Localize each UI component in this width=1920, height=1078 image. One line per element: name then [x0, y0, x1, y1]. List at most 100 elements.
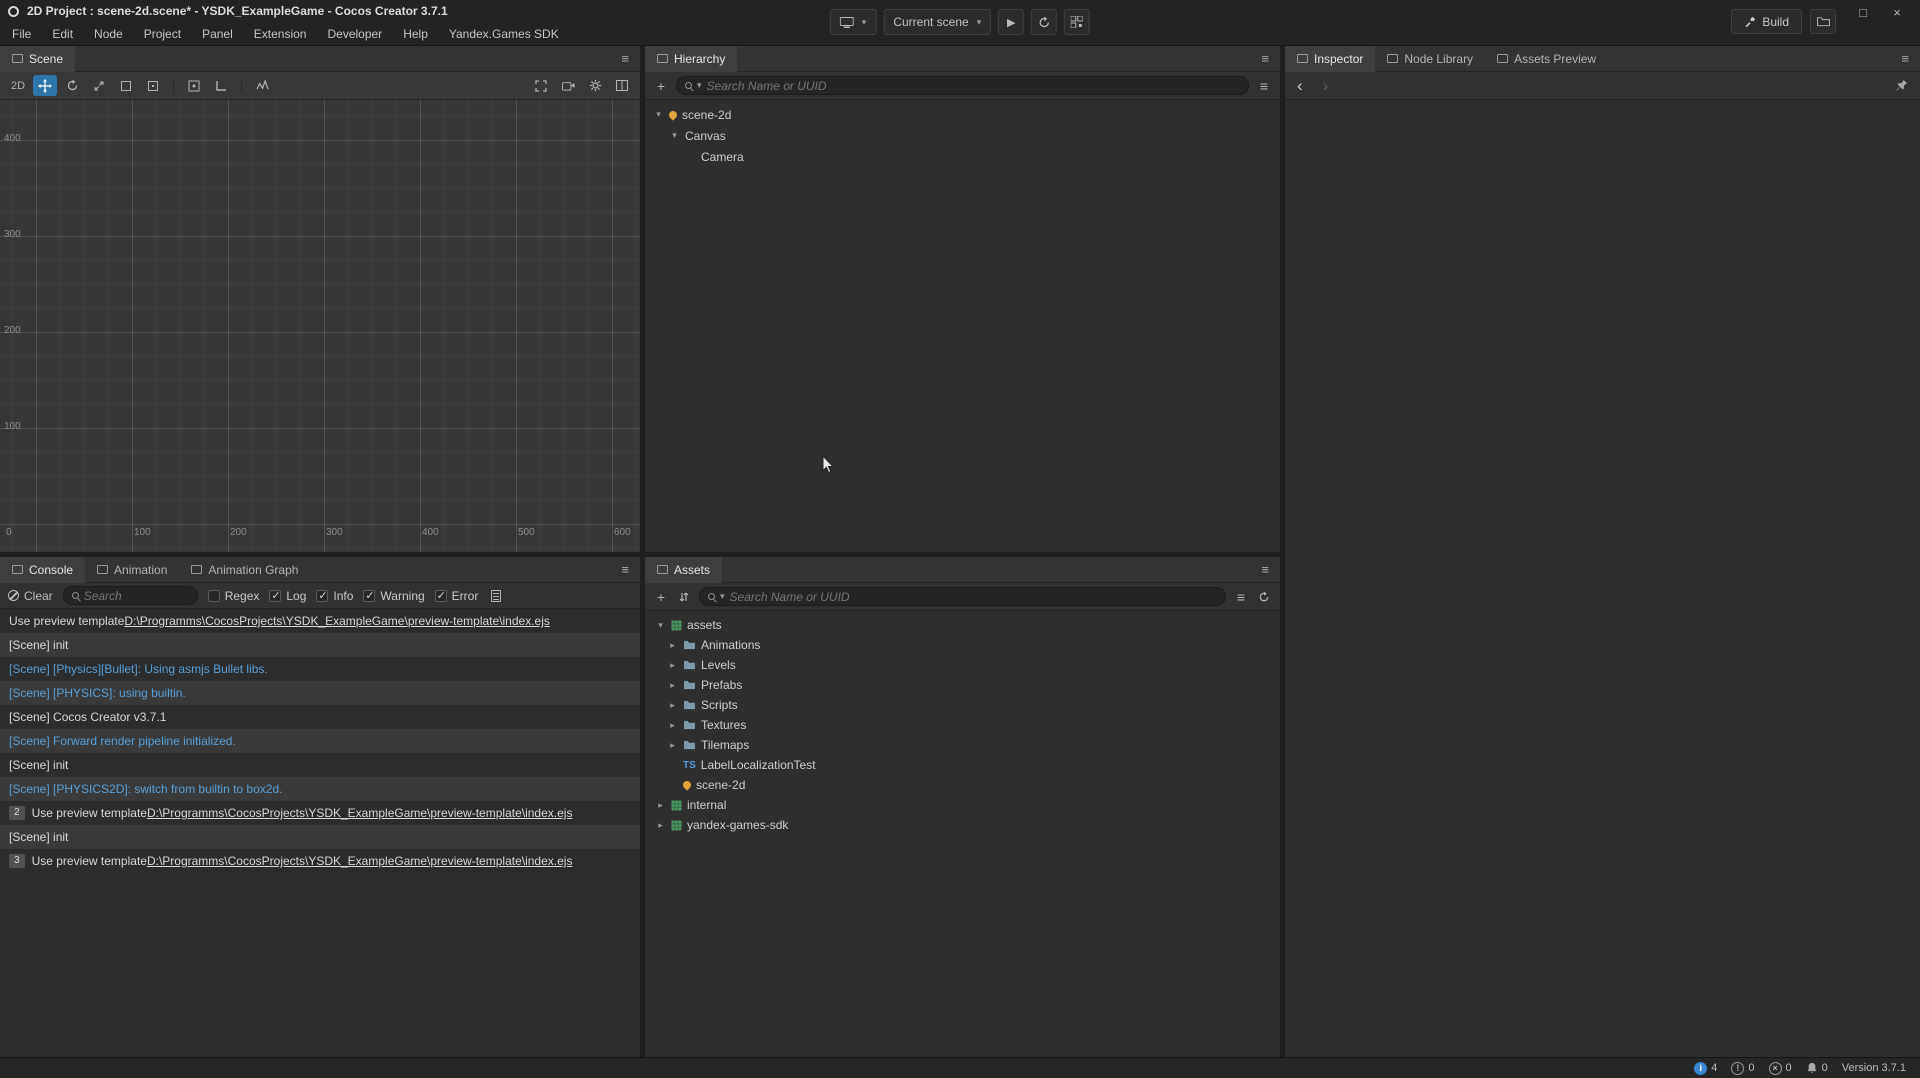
open-build-panel-button[interactable] — [1810, 9, 1836, 34]
menu-developer[interactable]: Developer — [327, 27, 382, 41]
console-log-row[interactable]: [Scene] init — [0, 825, 640, 849]
console-log-row[interactable]: Use preview template D:\Programms\CocosP… — [0, 609, 640, 633]
hierarchy-tree[interactable]: ▾ scene-2d ▾ Canvas Camera — [645, 100, 1280, 552]
warning-count[interactable]: 0 — [1731, 1062, 1754, 1075]
asset-node-scripts[interactable]: ▸ Scripts — [645, 695, 1280, 715]
add-node-button[interactable]: + — [653, 77, 669, 95]
play-button[interactable]: ▶ — [998, 9, 1024, 35]
asset-node-textures[interactable]: ▸ Textures — [645, 715, 1280, 735]
filter-info[interactable]: Info — [316, 589, 353, 603]
asset-node-tilemaps[interactable]: ▸ Tilemaps — [645, 735, 1280, 755]
asset-node-scene-2d[interactable]: scene-2d — [645, 775, 1280, 795]
menu-node[interactable]: Node — [94, 27, 123, 41]
refresh-assets-button[interactable] — [1256, 588, 1272, 606]
console-log-row[interactable]: [Scene] Forward render pipeline initiali… — [0, 729, 640, 753]
asset-node-assets[interactable]: ▾ assets — [645, 615, 1280, 635]
scale-tool-button[interactable] — [87, 75, 111, 96]
tab-inspector[interactable]: Inspector — [1285, 46, 1375, 72]
menu-project[interactable]: Project — [144, 27, 181, 41]
asset-node-animations[interactable]: ▸ Animations — [645, 635, 1280, 655]
hierarchy-node-camera[interactable]: Camera — [645, 146, 1280, 167]
warning-checkbox[interactable] — [363, 590, 375, 602]
filter-error[interactable]: Error — [435, 589, 479, 603]
asset-node-labellocalizationtest[interactable]: TS LabelLocalizationTest — [645, 755, 1280, 775]
filter-log[interactable]: Log — [269, 589, 306, 603]
menu-file[interactable]: File — [12, 27, 31, 41]
hierarchy-list-mode-button[interactable]: ≡ — [1256, 77, 1272, 95]
chevron-right-icon[interactable]: ▸ — [655, 820, 666, 831]
pivot-toggle-button[interactable] — [182, 75, 206, 96]
console-log-row[interactable]: [Scene] [PHYSICS2D]: switch from builtin… — [0, 777, 640, 801]
menu-yandex-games-sdk[interactable]: Yandex.Games SDK — [449, 27, 559, 41]
view-layout-button[interactable] — [610, 75, 634, 96]
tab-hierarchy[interactable]: Hierarchy — [645, 46, 737, 72]
open-log-file-button[interactable] — [488, 587, 504, 605]
history-back-button[interactable]: ‹ — [1297, 77, 1303, 94]
hierarchy-node-scene-2d[interactable]: ▾ scene-2d — [645, 104, 1280, 125]
console-log-row[interactable]: [Scene] [Physics][Bullet]: Using asmjs B… — [0, 657, 640, 681]
maximize-button[interactable]: □ — [1846, 5, 1880, 20]
search-filter-caret-icon[interactable]: ▾ — [720, 591, 725, 602]
tab-animation-graph[interactable]: Animation Graph — [179, 557, 310, 583]
menu-panel[interactable]: Panel — [202, 27, 233, 41]
mode-2d-button[interactable]: 2D — [6, 75, 30, 96]
console-log-row[interactable]: [Scene] init — [0, 753, 640, 777]
search-filter-caret-icon[interactable]: ▾ — [697, 80, 702, 91]
move-tool-button[interactable] — [33, 75, 57, 96]
inspector-panel-menu-icon[interactable]: ≡ — [1890, 51, 1920, 66]
tab-console[interactable]: Console — [0, 557, 85, 583]
assets-search-input[interactable] — [730, 590, 1217, 604]
asset-node-internal[interactable]: ▸ internal — [645, 795, 1280, 815]
console-log-row[interactable]: 2Use preview template D:\Programms\Cocos… — [0, 801, 640, 825]
chevron-down-icon[interactable]: ▾ — [653, 109, 664, 120]
asset-node-yandex-games-sdk[interactable]: ▸ yandex-games-sdk — [645, 815, 1280, 835]
sort-assets-button[interactable] — [676, 588, 692, 606]
menu-extension[interactable]: Extension — [254, 27, 307, 41]
log-link[interactable]: D:\Programms\CocosProjects\YSDK_ExampleG… — [147, 806, 573, 820]
pin-inspector-button[interactable] — [1895, 79, 1908, 92]
tab-assets-preview[interactable]: Assets Preview — [1485, 46, 1608, 72]
tab-animation[interactable]: Animation — [85, 557, 179, 583]
chevron-right-icon[interactable]: ▸ — [667, 640, 678, 651]
assets-panel-menu-icon[interactable]: ≡ — [1250, 562, 1280, 577]
scene-select[interactable]: Current scene ▾ — [883, 9, 991, 35]
chevron-down-icon[interactable]: ▾ — [669, 130, 680, 141]
console-log-row[interactable]: 3Use preview template D:\Programms\Cocos… — [0, 849, 640, 873]
refresh-preview-button[interactable] — [1031, 9, 1057, 35]
add-asset-button[interactable]: + — [653, 588, 669, 606]
log-link[interactable]: D:\Programms\CocosProjects\YSDK_ExampleG… — [124, 614, 550, 628]
camera-preview-button[interactable] — [556, 75, 580, 96]
menu-help[interactable]: Help — [403, 27, 428, 41]
console-log-list[interactable]: Use preview template D:\Programms\CocosP… — [0, 609, 640, 1057]
asset-node-levels[interactable]: ▸ Levels — [645, 655, 1280, 675]
preview-target-select[interactable]: ▾ — [830, 9, 877, 35]
chevron-right-icon[interactable]: ▸ — [667, 700, 678, 711]
grid-visibility-button[interactable] — [529, 75, 553, 96]
assets-tree[interactable]: ▾ assets ▸ Animations ▸ Levels ▸ Prefabs… — [645, 611, 1280, 1057]
menu-edit[interactable]: Edit — [52, 27, 73, 41]
chevron-right-icon[interactable]: ▸ — [667, 740, 678, 751]
console-log-row[interactable]: [Scene] Cocos Creator v3.7.1 — [0, 705, 640, 729]
tab-assets[interactable]: Assets — [645, 557, 722, 583]
error-checkbox[interactable] — [435, 590, 447, 602]
console-panel-menu-icon[interactable]: ≡ — [610, 562, 640, 577]
assets-list-mode-button[interactable]: ≡ — [1233, 588, 1249, 606]
console-search-input[interactable] — [84, 589, 189, 603]
hierarchy-panel-menu-icon[interactable]: ≡ — [1250, 51, 1280, 66]
tab-node-library[interactable]: Node Library — [1375, 46, 1485, 72]
hierarchy-search-input[interactable] — [707, 79, 1240, 93]
tab-scene[interactable]: Scene — [0, 46, 75, 72]
rotate-tool-button[interactable] — [60, 75, 84, 96]
chevron-right-icon[interactable]: ▸ — [655, 800, 666, 811]
history-forward-button[interactable]: › — [1323, 77, 1329, 94]
clear-console-button[interactable]: Clear — [8, 589, 53, 603]
close-button[interactable]: × — [1880, 5, 1914, 20]
scene-settings-button[interactable] — [583, 75, 607, 96]
rect-tool-button[interactable] — [114, 75, 138, 96]
info-checkbox[interactable] — [316, 590, 328, 602]
notification-count[interactable]: 0 — [1806, 1062, 1828, 1075]
log-link[interactable]: D:\Programms\CocosProjects\YSDK_ExampleG… — [147, 854, 573, 868]
regex-checkbox[interactable] — [208, 590, 220, 602]
console-log-row[interactable]: [Scene] init — [0, 633, 640, 657]
hierarchy-node-canvas[interactable]: ▾ Canvas — [645, 125, 1280, 146]
